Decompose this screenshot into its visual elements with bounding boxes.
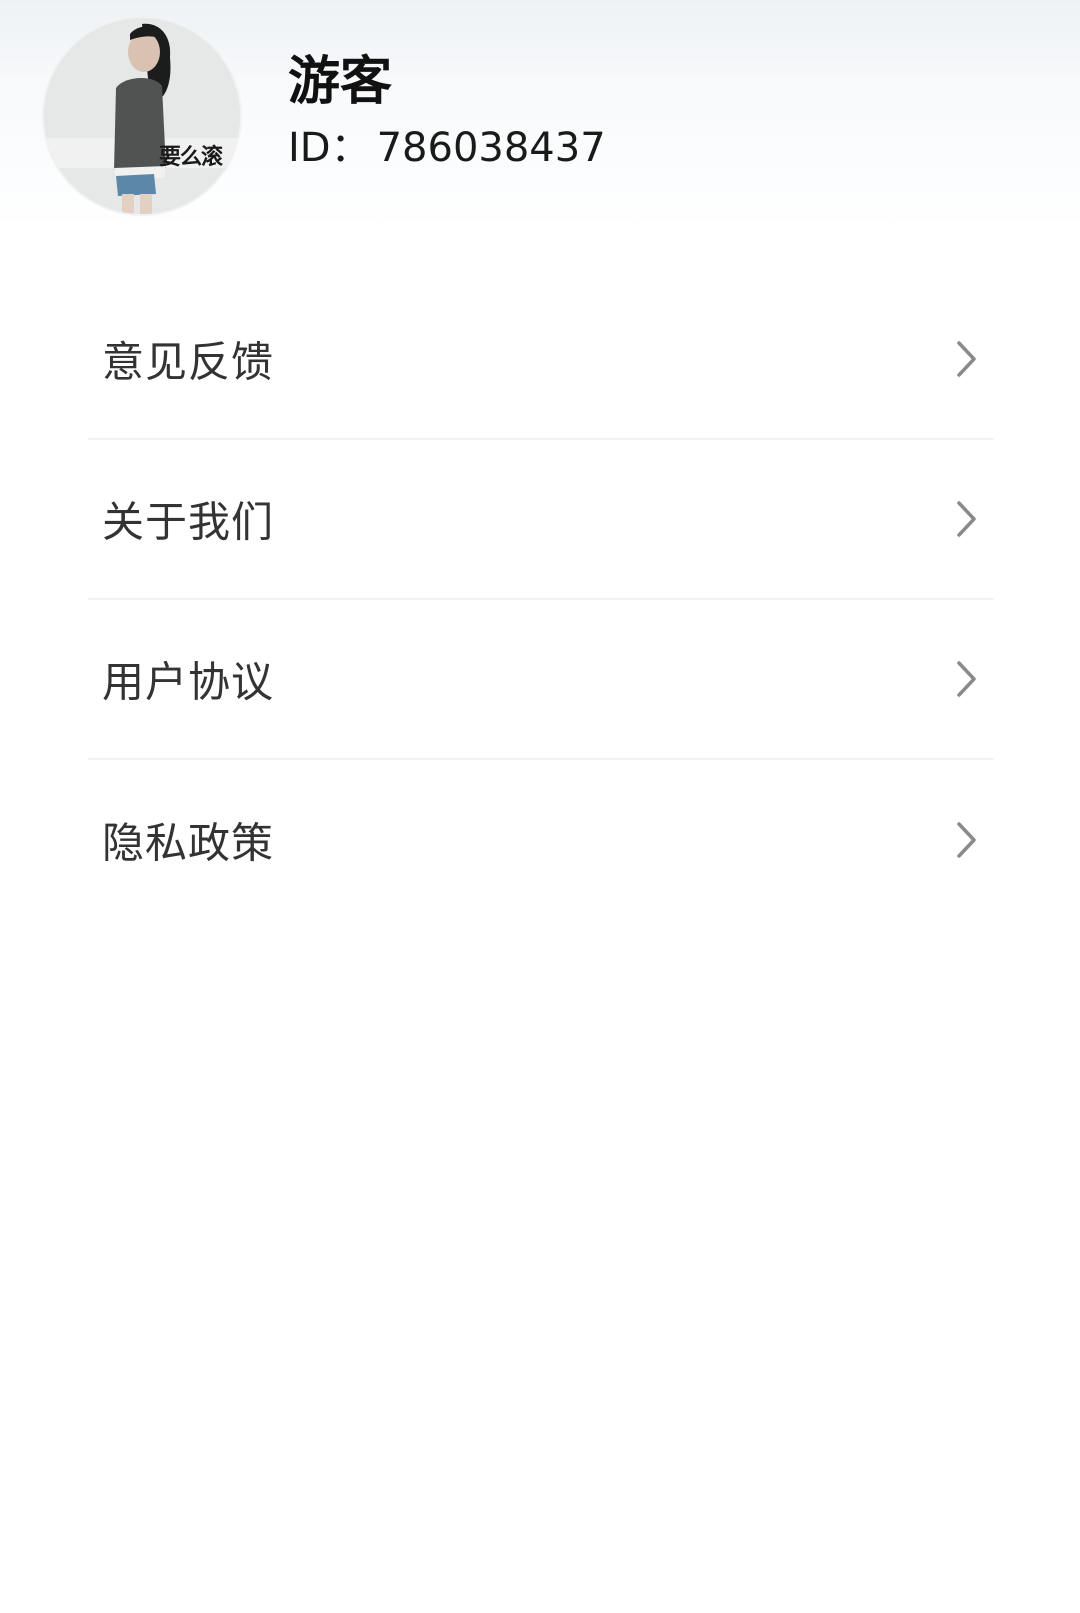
user-id-label: ID：	[288, 125, 371, 171]
menu-item-label: 用户协议	[102, 657, 275, 707]
menu-item-label: 隐私政策	[102, 818, 275, 868]
chevron-right-icon	[957, 661, 976, 697]
avatar[interactable]: 要么滚	[44, 18, 240, 214]
settings-menu: 意见反馈 关于我们 用户协议 隐私政策	[88, 280, 994, 920]
menu-item-user-agreement[interactable]: 用户协议	[88, 600, 994, 760]
menu-item-label: 意见反馈	[102, 337, 275, 387]
chevron-right-icon	[957, 822, 976, 858]
menu-item-about-us[interactable]: 关于我们	[88, 440, 994, 600]
menu-item-feedback[interactable]: 意见反馈	[88, 280, 994, 440]
menu-item-label: 关于我们	[102, 497, 275, 547]
chevron-right-icon	[957, 341, 976, 377]
chevron-right-icon	[957, 501, 976, 537]
avatar-caption: 要么滚	[159, 145, 223, 170]
avatar-photo	[44, 18, 240, 214]
menu-item-privacy-policy[interactable]: 隐私政策	[88, 760, 994, 920]
username: 游客	[288, 52, 393, 112]
user-id: ID： 786038437	[288, 126, 606, 170]
user-id-value: 786038437	[376, 125, 606, 171]
profile-header: 要么滚 游客 ID： 786038437	[0, 0, 1080, 230]
